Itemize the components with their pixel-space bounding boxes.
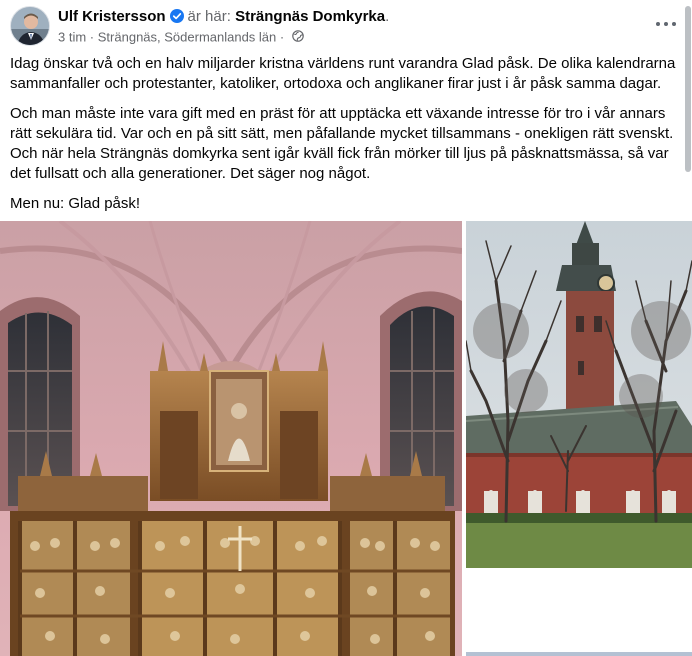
scrollbar-thumb[interactable] [685, 6, 691, 172]
verified-badge-icon [169, 9, 184, 29]
author-name[interactable]: Ulf Kristersson [58, 8, 166, 25]
place-suffix: . [385, 8, 390, 25]
author-line: Ulf Kristersson är här: Strängnäs Domkyrk… [58, 7, 389, 29]
post-location[interactable]: Strängnäs, Södermanlands län [98, 30, 277, 45]
meta-separator: · [89, 29, 95, 45]
post-paragraph: Och man måste inte vara gift med en präs… [10, 105, 674, 182]
facebook-post: Ulf Kristersson är här: Strängnäs Domkyrk… [0, 0, 692, 656]
post-text: Idag önskar två och en halv miljarder kr… [10, 54, 682, 224]
photo-church-exterior[interactable] [466, 221, 692, 568]
at-prefix: är här: [187, 8, 231, 25]
photo-church-interior[interactable] [0, 221, 462, 656]
scrollbar[interactable] [684, 0, 692, 175]
post-meta: 3 tim · Strängnäs, Södermanlands län · [58, 29, 304, 46]
post-header: Ulf Kristersson är här: Strängnäs Domkyrk… [0, 0, 692, 52]
place-link[interactable]: Strängnäs Domkyrka [235, 8, 385, 25]
post-timestamp[interactable]: 3 tim [58, 30, 86, 45]
meta-separator: · [279, 29, 285, 45]
photo-additional[interactable] [466, 572, 692, 656]
author-avatar[interactable] [10, 6, 50, 46]
post-paragraph: Idag önskar två och en halv miljarder kr… [10, 55, 676, 92]
photo-grid [0, 221, 692, 656]
post-paragraph: Men nu: Glad påsk! [10, 195, 141, 212]
globe-icon[interactable] [292, 29, 304, 46]
more-options-icon[interactable] [654, 14, 678, 34]
